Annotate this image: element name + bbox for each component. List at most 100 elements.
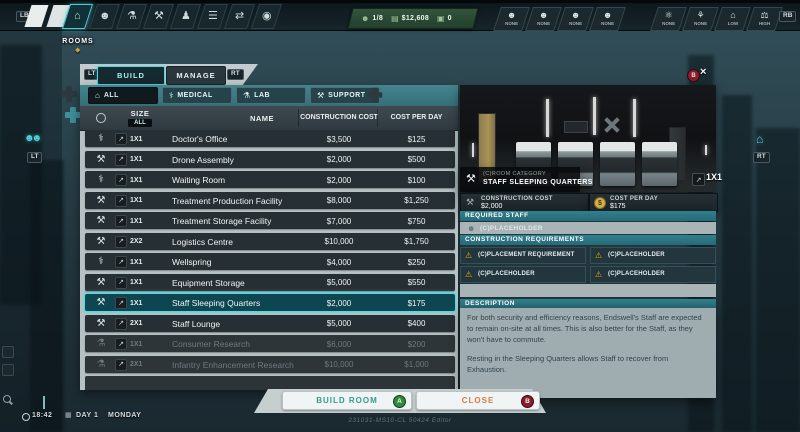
topbar-tab-contracts[interactable]: ☰: [197, 4, 228, 29]
table-row[interactable]: ⚒ ↗ 2X1 Staff Lounge $5,000 $400: [85, 315, 455, 332]
resource-staff-capacity: ☻ 1/8: [361, 15, 383, 23]
status-slot-growth[interactable]: ⚘ NONE: [682, 7, 719, 31]
funds-icon: ▤: [391, 15, 399, 23]
column-divider: [377, 109, 378, 127]
topbar-tab-staff[interactable]: ☻: [89, 4, 120, 29]
sort-icon[interactable]: [96, 113, 106, 123]
topbar-tab-agents[interactable]: ♟: [170, 4, 201, 29]
header-construction-cost[interactable]: CONSTRUCTION COST: [300, 114, 378, 121]
dpad-left-secondary-button[interactable]: [65, 107, 81, 123]
construction-requirements-header: CONSTRUCTION REQUIREMENTS: [460, 235, 716, 245]
table-row[interactable]: ⚒ ↗ 1X1 Equipment Storage $5,000 $550: [85, 274, 455, 291]
slot-label: NONE: [662, 22, 675, 27]
topbar-tab-construction[interactable]: ⚒: [143, 4, 174, 29]
room-name: Wellspring: [172, 257, 212, 267]
room-construction-cost: $2,000: [300, 176, 378, 185]
table-row[interactable]: ⚒ ↗ 2X2 Logistics Centre $10,000 $1,750: [85, 233, 455, 250]
squad-slot[interactable]: ☻ NONE: [557, 7, 594, 31]
room-size-text: 1X1: [130, 279, 142, 286]
table-row[interactable]: ⚒ ↗ 1X1 Drone Assembly $2,000 $500: [85, 151, 455, 168]
support-icon: ⚒: [94, 236, 108, 247]
table-row[interactable]: ⚕ ↗ 1X1 Doctor's Office $3,500 $125: [85, 130, 455, 147]
slot-label: NONE: [601, 22, 614, 27]
game-screen: LB ⌂ ☻ ⚗ ⚒ ♟ ☰ ⇄ ◉ ROOMS ◆ ☻ 1/8 ▤ $12,6…: [0, 0, 800, 432]
header-cost-per-day[interactable]: COST PER DAY: [378, 114, 455, 121]
squad-slot[interactable]: ☻ NONE: [589, 7, 626, 31]
room-list-panel: ⌂ ALL ⚕ MEDICAL ⚗ LAB ⚒ SUPPORT SIZE ALL…: [80, 85, 458, 390]
warning-icon: ⚠: [465, 270, 472, 279]
table-row[interactable]: ⚗ ↗ 1X1 Consumer Research $6,000 $200: [85, 335, 455, 352]
squad-slots: ☻ NONE ☻ NONE ☻ NONE ☻ NONE: [497, 7, 622, 31]
expand-icon: ↗: [115, 236, 127, 248]
lab-icon: ⚗: [94, 338, 108, 349]
room-size-text: 1X1: [130, 177, 142, 184]
status-slot-standing[interactable]: ⚖ HIGH: [746, 7, 783, 31]
squad-slot[interactable]: ☻ NONE: [493, 7, 530, 31]
table-row[interactable]: ⚒ ↗ 1X1 Staff Sleeping Quarters $2,000 $…: [85, 294, 455, 311]
dpad-left-button[interactable]: [61, 86, 77, 102]
status-slot-meds[interactable]: ⚛ NONE: [650, 7, 687, 31]
dpad-right-button[interactable]: [368, 88, 382, 102]
construction-cost-stat: ⚒ CONSTRUCTION COST $2,000: [460, 193, 589, 212]
size-filter-chip[interactable]: ALL: [128, 119, 152, 127]
status-slots: ⚛ NONE ⚘ NONE ⌂ LOW ⚖ HIGH: [654, 7, 779, 31]
table-row[interactable]: ⚒ ↗ 1X1 Treatment Storage Facility $7,00…: [85, 212, 455, 229]
close-button[interactable]: CLOSE B: [416, 391, 540, 410]
table-row[interactable]: ⚕ ↗ 1X1 Wellspring $4,000 $250: [85, 253, 455, 270]
world-icon: ◉: [262, 11, 272, 22]
slot-label: NONE: [537, 22, 550, 27]
description-body: For both security and efficiency reasons…: [460, 308, 716, 398]
zoom-icon[interactable]: [3, 395, 11, 403]
category-tab-medical[interactable]: ⚕ MEDICAL: [162, 87, 232, 104]
support-icon: ⚒: [94, 318, 108, 329]
status-slot-suspicion[interactable]: ⌂ LOW: [714, 7, 751, 31]
tab-manage[interactable]: MANAGE: [166, 66, 226, 85]
version-text: 231031-MS10-CL 50424 Editor: [300, 417, 500, 424]
wall-light: [593, 97, 596, 135]
category-tab-lab[interactable]: ⚗ LAB: [236, 87, 306, 104]
topbar-tab-logistics[interactable]: ⇄: [224, 4, 255, 29]
room-name: Staff Sleeping Quarters: [172, 298, 260, 308]
close-icon[interactable]: ×: [700, 66, 706, 78]
table-row[interactable]: ⚒ ↗ 1X1 Treatment Production Facility $8…: [85, 192, 455, 209]
topbar-tab-world[interactable]: ◉: [251, 4, 282, 29]
room-construction-cost: $7,000: [300, 217, 378, 226]
staff-placeholder-label: (C)PLACEHOLDER: [480, 225, 543, 232]
calendar-icon: ▦: [65, 411, 72, 419]
tool-button[interactable]: [2, 364, 14, 376]
build-room-button[interactable]: BUILD ROOM A: [282, 391, 412, 410]
squad-icon: ☻: [571, 11, 580, 20]
table-row[interactable]: ⚕ ↗ 1X1 Waiting Room $2,000 $100: [85, 171, 455, 188]
room-name: Staff Lounge: [172, 319, 220, 329]
resource-bar: ☻ 1/8 ▤ $12,608 ▣ 0: [347, 8, 478, 29]
room-cost-per-day: $175: [378, 299, 455, 308]
tool-button[interactable]: [2, 346, 14, 358]
expand-icon: ↗: [115, 195, 127, 207]
room-construction-cost: $10,000: [300, 360, 378, 369]
tab-build[interactable]: BUILD: [97, 66, 165, 85]
rooms-menu-icon: ⌂: [756, 132, 763, 146]
wall-light: [705, 145, 707, 155]
room-cost-per-day: $250: [378, 258, 455, 267]
growth-icon: ⚘: [696, 11, 704, 20]
room-size: ↗ 1X1: [115, 256, 142, 268]
room-cost-per-day: $750: [378, 217, 455, 226]
slot-label: NONE: [694, 22, 707, 27]
topbar-tab-rooms[interactable]: ⌂: [62, 4, 93, 29]
gamepad-rt-badge: RT: [227, 69, 244, 80]
header-size[interactable]: SIZE: [110, 109, 170, 118]
topbar-tab-research[interactable]: ⚗: [116, 4, 147, 29]
staff-icon: ☻: [99, 11, 111, 22]
room-size: ↗ 1X1: [115, 277, 142, 289]
room-size: ↗ 2X1: [115, 318, 142, 330]
room-construction-cost: $5,000: [300, 319, 378, 328]
squad-slot[interactable]: ☻ NONE: [525, 7, 562, 31]
table-row[interactable]: ⚗ ↗ 2X1 Infantry Enhancement Research $1…: [85, 356, 455, 373]
room-category-box: ⚒ (C)ROOM CATEGORY STAFF SLEEPING QUARTE…: [460, 167, 580, 192]
squad-icon: ☻: [603, 11, 612, 20]
resource-supplies: ▣ 0: [437, 15, 452, 23]
requirement-label: (C)PLACEHOLDER: [608, 271, 665, 277]
cost-per-day-value: $175: [610, 203, 626, 210]
category-tab-all[interactable]: ⌂ ALL: [88, 87, 158, 104]
support-icon: ⚒: [94, 154, 108, 165]
